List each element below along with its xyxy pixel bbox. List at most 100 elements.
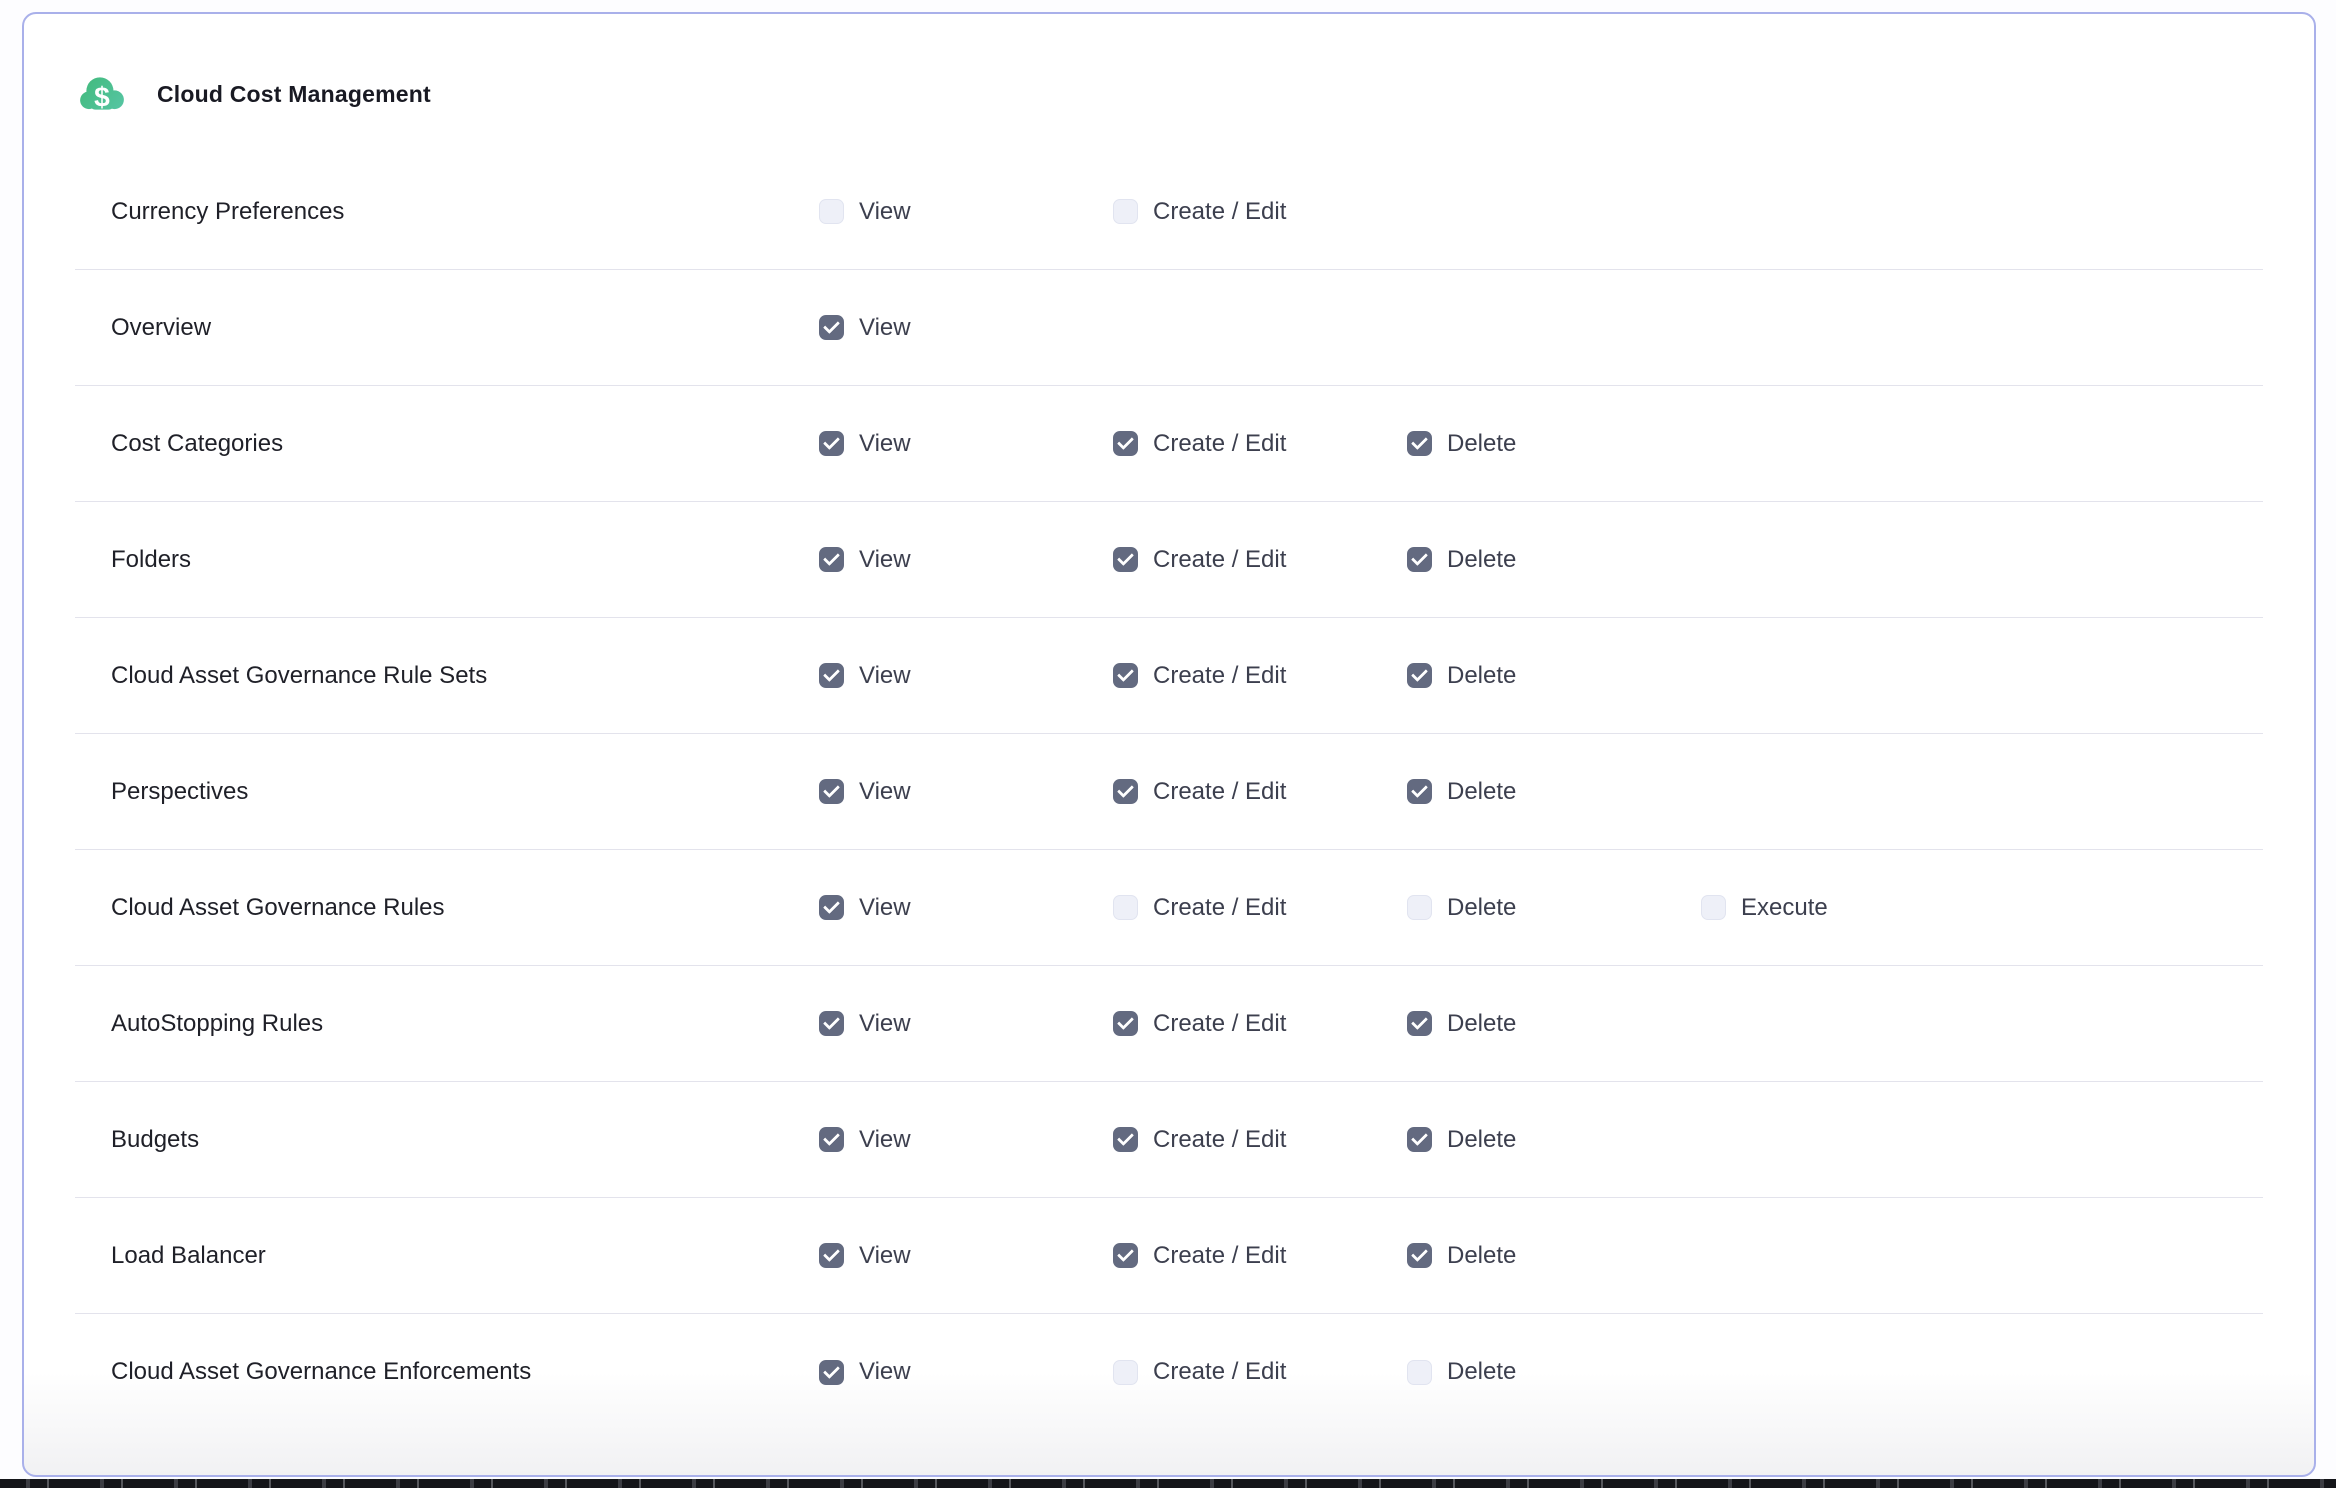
permission-label: View xyxy=(859,778,911,806)
create-edit-checkbox[interactable] xyxy=(1113,431,1138,456)
delete-checkbox[interactable] xyxy=(1407,1243,1432,1268)
permission-label: Create / Edit xyxy=(1153,894,1286,922)
view-checkbox[interactable] xyxy=(819,547,844,572)
permission-label: Create / Edit xyxy=(1153,1126,1286,1154)
permission-label: View xyxy=(859,430,911,458)
view-permission: View xyxy=(819,546,911,574)
permission-row: Currency Preferences View Create / Edit xyxy=(75,154,2263,270)
view-checkbox[interactable] xyxy=(819,431,844,456)
permission-label: Create / Edit xyxy=(1153,778,1286,806)
view-checkbox[interactable] xyxy=(819,1127,844,1152)
permission-label: View xyxy=(859,662,911,690)
page-title: Cloud Cost Management xyxy=(157,81,431,108)
create-edit-checkbox[interactable] xyxy=(1113,663,1138,688)
permission-label: Create / Edit xyxy=(1153,662,1286,690)
permission-label: View xyxy=(859,1242,911,1270)
permission-label: Delete xyxy=(1447,1126,1516,1154)
permission-label: Create / Edit xyxy=(1153,1242,1286,1270)
view-permission: View xyxy=(819,1010,911,1038)
permission-row: Overview View xyxy=(75,270,2263,386)
create-edit-permission: Create / Edit xyxy=(1113,546,1286,574)
permission-label: View xyxy=(859,1358,911,1386)
delete-checkbox[interactable] xyxy=(1407,1360,1432,1385)
delete-checkbox[interactable] xyxy=(1407,431,1432,456)
view-permission: View xyxy=(819,1358,911,1386)
permission-label: Create / Edit xyxy=(1153,1010,1286,1038)
delete-permission: Delete xyxy=(1407,1010,1516,1038)
delete-permission: Delete xyxy=(1407,1358,1516,1386)
delete-checkbox[interactable] xyxy=(1407,1011,1432,1036)
permission-label: View xyxy=(859,314,911,342)
delete-checkbox[interactable] xyxy=(1407,895,1432,920)
resource-label: Cost Categories xyxy=(111,430,283,458)
permission-label: Delete xyxy=(1447,778,1516,806)
permission-row: Load Balancer View Create / Edit Delete xyxy=(75,1198,2263,1314)
permission-label: Delete xyxy=(1447,1010,1516,1038)
resource-label: Budgets xyxy=(111,1126,199,1154)
view-permission: View xyxy=(819,314,911,342)
delete-permission: Delete xyxy=(1407,430,1516,458)
permission-label: Delete xyxy=(1447,1358,1516,1386)
permission-row: Folders View Create / Edit Delete xyxy=(75,502,2263,618)
permission-label: View xyxy=(859,198,911,226)
svg-text:$: $ xyxy=(94,82,110,113)
view-checkbox[interactable] xyxy=(819,1360,844,1385)
create-edit-permission: Create / Edit xyxy=(1113,198,1286,226)
view-checkbox[interactable] xyxy=(819,199,844,224)
delete-permission: Delete xyxy=(1407,778,1516,806)
view-checkbox[interactable] xyxy=(819,315,844,340)
execute-checkbox[interactable] xyxy=(1701,895,1726,920)
create-edit-checkbox[interactable] xyxy=(1113,1360,1138,1385)
delete-checkbox[interactable] xyxy=(1407,1127,1432,1152)
permission-label: Create / Edit xyxy=(1153,198,1286,226)
view-checkbox[interactable] xyxy=(819,663,844,688)
create-edit-checkbox[interactable] xyxy=(1113,1243,1138,1268)
resource-label: Overview xyxy=(111,314,211,342)
create-edit-permission: Create / Edit xyxy=(1113,1358,1286,1386)
view-permission: View xyxy=(819,198,911,226)
permission-row: Perspectives ViewCreate / EditDelete xyxy=(75,734,2263,850)
delete-checkbox[interactable] xyxy=(1407,663,1432,688)
view-checkbox[interactable] xyxy=(819,1243,844,1268)
resource-label: Folders xyxy=(111,546,191,574)
permission-label: Delete xyxy=(1447,1242,1516,1270)
permission-label: Create / Edit xyxy=(1153,546,1286,574)
permission-label: Delete xyxy=(1447,662,1516,690)
view-permission: View xyxy=(819,662,911,690)
permission-label: View xyxy=(859,1126,911,1154)
permission-row: Cloud Asset Governance Enforcements View… xyxy=(75,1314,2263,1430)
view-checkbox[interactable] xyxy=(819,779,844,804)
create-edit-checkbox[interactable] xyxy=(1113,895,1138,920)
delete-checkbox[interactable] xyxy=(1407,547,1432,572)
permissions-card: $ Cloud Cost Management Currency Prefere… xyxy=(22,12,2316,1477)
create-edit-permission: Create / Edit xyxy=(1113,1126,1286,1154)
view-checkbox[interactable] xyxy=(819,895,844,920)
create-edit-checkbox[interactable] xyxy=(1113,199,1138,224)
create-edit-permission: Create / Edit xyxy=(1113,778,1286,806)
permission-row: Budgets View Create / Edit Delete xyxy=(75,1082,2263,1198)
view-checkbox[interactable] xyxy=(819,1011,844,1036)
permissions-list: Currency Preferences View Create / Edit O… xyxy=(75,154,2263,1430)
delete-permission: Delete xyxy=(1407,546,1516,574)
view-permission: View xyxy=(819,430,911,458)
resource-label: AutoStopping Rules xyxy=(111,1010,323,1038)
create-edit-checkbox[interactable] xyxy=(1113,779,1138,804)
permission-label: Create / Edit xyxy=(1153,1358,1286,1386)
resource-label: Cloud Asset Governance Rule Sets xyxy=(111,662,487,690)
resource-label: Currency Preferences xyxy=(111,198,344,226)
execute-permission: Execute xyxy=(1701,894,1828,922)
create-edit-checkbox[interactable] xyxy=(1113,1127,1138,1152)
delete-permission: Delete xyxy=(1407,1126,1516,1154)
resource-label: Cloud Asset Governance Enforcements xyxy=(111,1358,531,1386)
cutoff-content-strip xyxy=(0,1479,2336,1488)
resource-label: Load Balancer xyxy=(111,1242,266,1270)
delete-permission: Delete xyxy=(1407,1242,1516,1270)
view-permission: View xyxy=(819,1126,911,1154)
permission-label: Delete xyxy=(1447,546,1516,574)
create-edit-checkbox[interactable] xyxy=(1113,547,1138,572)
resource-label: Cloud Asset Governance Rules xyxy=(111,894,445,922)
delete-checkbox[interactable] xyxy=(1407,779,1432,804)
create-edit-permission: Create / Edit xyxy=(1113,1010,1286,1038)
create-edit-checkbox[interactable] xyxy=(1113,1011,1138,1036)
permission-row: Cloud Asset Governance Rule Sets View Cre… xyxy=(75,618,2263,734)
